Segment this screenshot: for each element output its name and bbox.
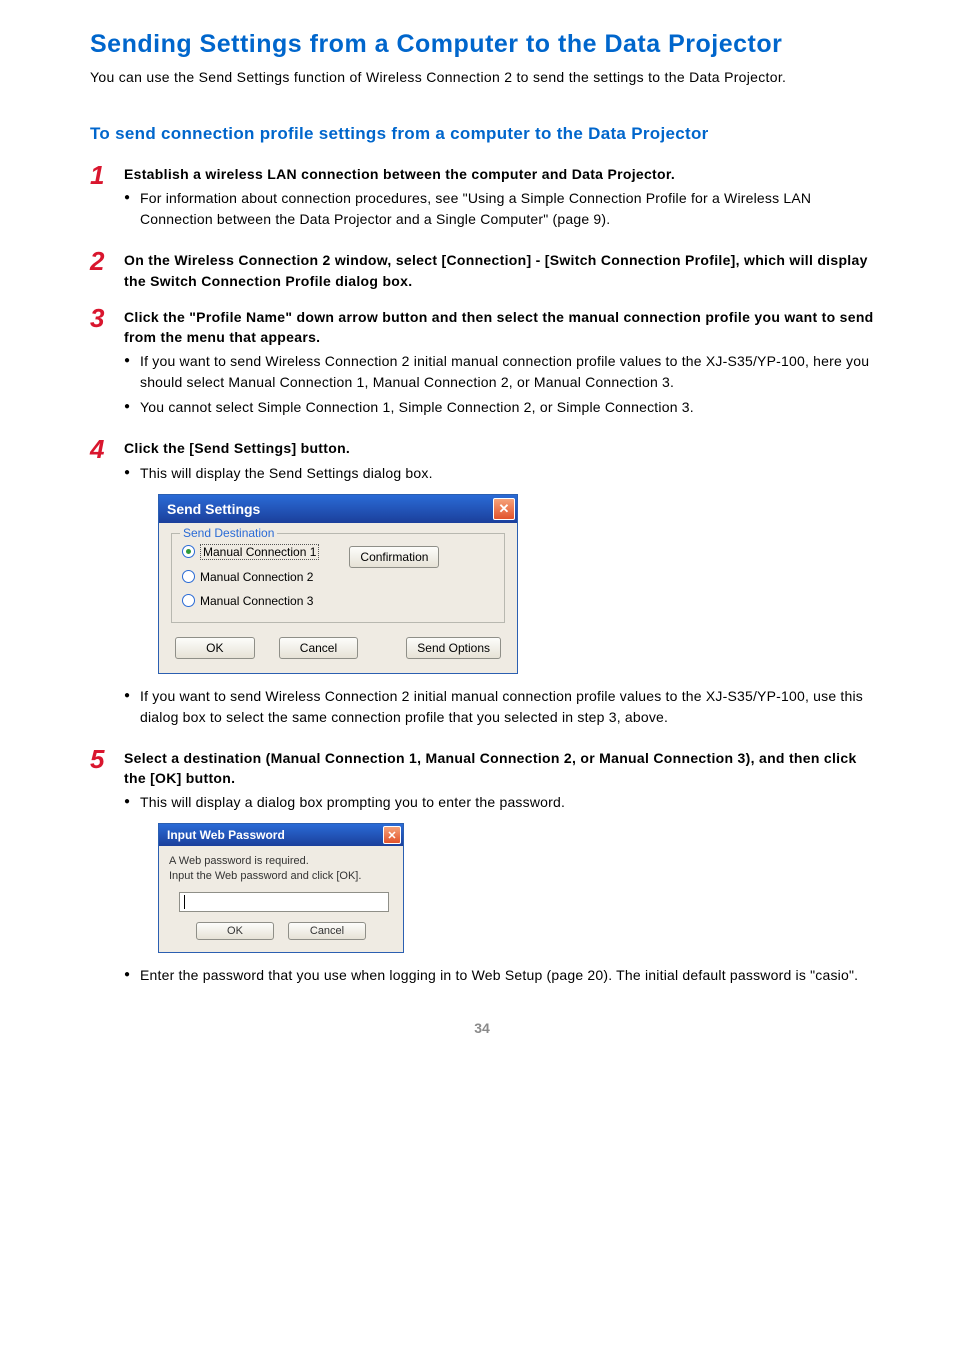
step-1: 1 Establish a wireless LAN connection be… [90,162,874,234]
step-heading: Establish a wireless LAN connection betw… [124,164,874,184]
ok-button[interactable]: OK [196,922,274,940]
input-web-password-dialog: Input Web Password ✕ A Web password is r… [158,823,404,953]
step-heading: Select a destination (Manual Connection … [124,748,874,789]
step-bullet: This will display the Send Settings dial… [124,463,874,484]
step-number: 4 [90,436,124,731]
step-5: 5 Select a destination (Manual Connectio… [90,746,874,990]
ok-button[interactable]: OK [175,637,255,659]
page-title: Sending Settings from a Computer to the … [90,30,874,59]
step-heading: On the Wireless Connection 2 window, sel… [124,250,874,291]
section-title: To send connection profile settings from… [90,124,874,144]
close-icon: ✕ [499,501,510,517]
step-2: 2 On the Wireless Connection 2 window, s… [90,248,874,291]
cancel-button[interactable]: Cancel [279,637,359,659]
step-number: 3 [90,305,124,423]
intro-text: You can use the Send Settings function o… [90,67,874,88]
radio-icon [182,594,195,607]
step-bullet: For information about connection procedu… [124,188,874,230]
step-number: 2 [90,248,124,291]
step-number: 5 [90,746,124,990]
send-destination-group: Send Destination Manual Connection 1 Man… [171,533,505,623]
page-number: 34 [90,1020,874,1036]
confirmation-button[interactable]: Confirmation [349,546,439,568]
dialog-title: Input Web Password [167,828,285,842]
step-bullet: If you want to send Wireless Connection … [124,351,874,393]
radio-label: Manual Connection 3 [200,594,313,608]
step-3: 3 Click the "Profile Name" down arrow bu… [90,305,874,423]
cancel-button[interactable]: Cancel [288,922,366,940]
dialog-titlebar: Send Settings ✕ [159,495,517,523]
step-bullet: If you want to send Wireless Connection … [124,686,874,728]
password-input[interactable] [179,892,389,912]
close-icon: ✕ [387,829,396,842]
step-4: 4 Click the [Send Settings] button. This… [90,436,874,731]
radio-manual-connection-2[interactable]: Manual Connection 2 [182,570,319,584]
step-bullet: You cannot select Simple Connection 1, S… [124,397,874,418]
dialog-titlebar: Input Web Password ✕ [159,824,403,846]
step-bullet: This will display a dialog box prompting… [124,792,874,813]
step-bullet: Enter the password that you use when log… [124,965,874,986]
radio-manual-connection-3[interactable]: Manual Connection 3 [182,594,319,608]
step-heading: Click the [Send Settings] button. [124,438,874,458]
dialog-title: Send Settings [167,501,260,517]
step-heading: Click the "Profile Name" down arrow butt… [124,307,874,348]
radio-icon [182,545,195,558]
step-number: 1 [90,162,124,234]
send-settings-dialog: Send Settings ✕ Send Destination Manual … [158,494,518,674]
send-options-button[interactable]: Send Options [406,637,501,659]
close-button[interactable]: ✕ [383,826,401,844]
radio-label: Manual Connection 2 [200,570,313,584]
close-button[interactable]: ✕ [493,498,515,520]
radio-manual-connection-1[interactable]: Manual Connection 1 [182,544,319,560]
group-legend: Send Destination [180,526,277,540]
radio-label: Manual Connection 1 [200,544,319,560]
radio-icon [182,570,195,583]
dialog-message: A Web password is required. Input the We… [169,854,393,884]
